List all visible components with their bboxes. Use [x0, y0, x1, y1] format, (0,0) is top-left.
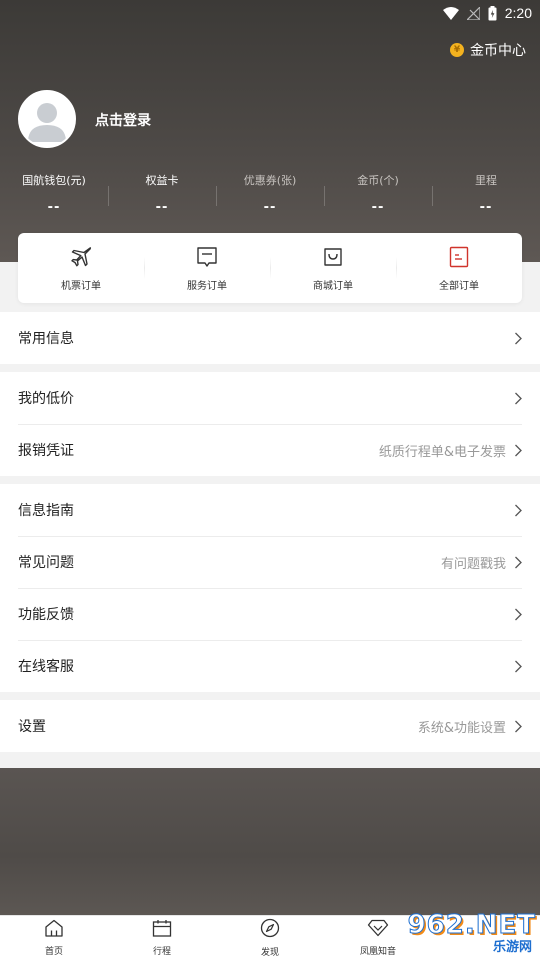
- divider: [144, 257, 145, 279]
- orders-card: 机票订单 服务订单 商城订单 全部订单: [18, 233, 522, 303]
- wifi-icon: [442, 6, 459, 20]
- stat-label: 权益卡: [145, 174, 179, 187]
- chevron-right-icon: [514, 332, 522, 345]
- avatar[interactable]: [18, 90, 76, 148]
- service-icon: [196, 245, 218, 269]
- menu-item-faq[interactable]: 常见问题 有问题戳我: [0, 536, 540, 588]
- shopping-bag-icon: [322, 245, 344, 269]
- user-silhouette-icon: [20, 92, 74, 146]
- tab-home[interactable]: 首页: [0, 916, 108, 960]
- coin-icon: ¥: [450, 43, 464, 57]
- menu-label: 常见问题: [18, 555, 74, 571]
- stat-mileage[interactable]: 里程 --: [432, 172, 540, 224]
- order-label: 商城订单: [313, 280, 353, 292]
- tab-discover[interactable]: 发现: [216, 916, 324, 960]
- no-signal-icon: [466, 6, 480, 20]
- menu-item-common-info[interactable]: 常用信息: [0, 312, 540, 364]
- login-link[interactable]: 点击登录: [95, 110, 151, 130]
- menu-label: 我的低价: [18, 391, 74, 407]
- stat-label: 里程: [475, 174, 497, 187]
- stat-value: --: [371, 200, 385, 215]
- battery-icon: [488, 5, 497, 21]
- watermark-subtitle: 乐游网: [488, 935, 536, 955]
- tab-label: 凤凰知音: [359, 947, 396, 957]
- menu-label: 信息指南: [18, 503, 74, 519]
- status-time: 2:20: [504, 5, 532, 21]
- status-bar: 2:20: [0, 0, 540, 26]
- divider: [396, 257, 397, 279]
- menu-item-feedback[interactable]: 功能反馈: [0, 588, 540, 640]
- menu-hint: 纸质行程单&电子发票: [378, 444, 506, 460]
- diamond-icon: [367, 919, 389, 941]
- menu-item-info-guide[interactable]: 信息指南: [0, 484, 540, 536]
- order-label: 全部订单: [439, 280, 479, 292]
- order-label: 服务订单: [187, 280, 227, 292]
- all-orders-button[interactable]: 全部订单: [396, 233, 522, 303]
- menu-section-help: 信息指南 常见问题 有问题戳我 功能反馈 在线客服: [0, 484, 540, 692]
- stat-benefit-card[interactable]: 权益卡 --: [108, 172, 216, 224]
- order-label: 机票订单: [61, 280, 101, 292]
- stat-coupons[interactable]: 优惠券(张) --: [216, 172, 324, 224]
- menu-section-price: 我的低价 报销凭证 纸质行程单&电子发票: [0, 372, 540, 476]
- divider: [270, 257, 271, 279]
- menu-label: 在线客服: [18, 659, 74, 675]
- chevron-right-icon: [514, 444, 522, 457]
- stat-value: --: [47, 200, 61, 215]
- menu-label: 功能反馈: [18, 607, 74, 623]
- tab-label: 行程: [152, 947, 171, 957]
- stat-value: --: [479, 200, 493, 215]
- chevron-right-icon: [514, 660, 522, 673]
- footer-background: [0, 768, 540, 915]
- tab-label: 发现: [260, 948, 279, 958]
- flight-orders-button[interactable]: 机票订单: [18, 233, 144, 303]
- stat-wallet[interactable]: 国航钱包(元) --: [0, 172, 108, 224]
- menu-item-reimbursement[interactable]: 报销凭证 纸质行程单&电子发票: [0, 424, 540, 476]
- stat-label: 优惠券(张): [243, 174, 297, 187]
- chevron-right-icon: [514, 720, 522, 733]
- service-orders-button[interactable]: 服务订单: [144, 233, 270, 303]
- stat-value: --: [155, 200, 169, 215]
- chevron-right-icon: [514, 504, 522, 517]
- tab-trips[interactable]: 行程: [108, 916, 216, 960]
- menu-label: 设置: [18, 719, 46, 735]
- all-orders-icon: [449, 245, 469, 269]
- mall-orders-button[interactable]: 商城订单: [270, 233, 396, 303]
- menu-item-settings[interactable]: 设置 系统&功能设置: [0, 700, 540, 752]
- chevron-right-icon: [514, 556, 522, 569]
- site-watermark: 962.NET 乐游网: [396, 908, 536, 956]
- stat-label: 金币(个): [357, 174, 399, 187]
- compass-icon: [260, 918, 280, 942]
- coin-center-label: 金币中心: [470, 43, 526, 59]
- menu-section-settings: 设置 系统&功能设置: [0, 700, 540, 752]
- account-stats: 国航钱包(元) -- 权益卡 -- 优惠券(张) -- 金币(个) -- 里程 …: [0, 172, 540, 224]
- stat-value: --: [263, 200, 277, 215]
- coin-center-link[interactable]: ¥ 金币中心: [450, 40, 526, 60]
- chevron-right-icon: [514, 392, 522, 405]
- chevron-right-icon: [514, 608, 522, 621]
- tab-label: 首页: [44, 947, 63, 957]
- home-icon: [44, 919, 64, 941]
- menu-hint: 有问题戳我: [440, 556, 506, 572]
- stat-coins[interactable]: 金币(个) --: [324, 172, 432, 224]
- menu-label: 常用信息: [18, 331, 74, 347]
- menu-item-my-low-price[interactable]: 我的低价: [0, 372, 540, 424]
- plane-icon: [69, 245, 93, 269]
- calendar-icon: [152, 919, 172, 941]
- menu-hint: 系统&功能设置: [417, 720, 506, 736]
- menu-label: 报销凭证: [18, 443, 74, 459]
- stat-label: 国航钱包(元): [22, 174, 86, 187]
- menu-item-online-service[interactable]: 在线客服: [0, 640, 540, 692]
- menu-section-common: 常用信息: [0, 312, 540, 364]
